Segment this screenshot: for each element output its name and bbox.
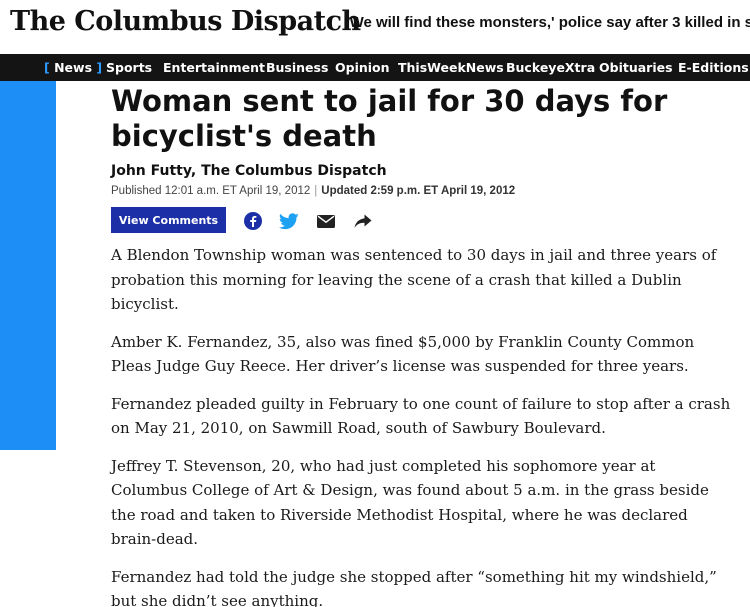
view-comments-button[interactable]: View Comments bbox=[111, 207, 226, 233]
article-dateline: Published 12:01 a.m. ET April 19, 2012 | U… bbox=[111, 185, 515, 197]
nav-item-news[interactable]: [ News ] bbox=[44, 60, 102, 75]
nav-item-label: News bbox=[54, 60, 93, 75]
article-paragraph: Amber K. Fernandez, 35, also was fined $… bbox=[111, 332, 695, 376]
nav-active-bracket-left: [ bbox=[44, 60, 55, 75]
masthead: The Columbus Dispatch 'We will find thes… bbox=[0, 0, 750, 54]
twitter-icon[interactable] bbox=[279, 211, 299, 231]
nav-item-opinion[interactable]: Opinion bbox=[335, 60, 390, 75]
site-logo[interactable]: The Columbus Dispatch bbox=[10, 6, 361, 37]
nav-item-thisweeknews[interactable]: ThisWeekNews bbox=[398, 60, 504, 75]
headline-ticker[interactable]: 'We will find these monsters,' police sa… bbox=[346, 14, 750, 31]
main-nav: [ News ] Sports Entertainment Business O… bbox=[0, 54, 750, 81]
nav-item-sports[interactable]: Sports bbox=[106, 60, 152, 75]
published-date: Published 12:01 a.m. ET April 19, 2012 bbox=[111, 185, 311, 197]
nav-active-bracket-right: ] bbox=[92, 60, 103, 75]
article-paragraph: Fernandez had told the judge she stopped… bbox=[111, 567, 717, 607]
left-accent-bar bbox=[0, 81, 56, 450]
nav-item-business[interactable]: Business bbox=[266, 60, 328, 75]
article-body: A Blendon Township woman was sentenced t… bbox=[111, 243, 731, 607]
updated-date: Updated 2:59 p.m. ET April 19, 2012 bbox=[321, 185, 516, 197]
dateline-divider: | bbox=[314, 185, 318, 197]
nav-item-buckeyextra[interactable]: BuckeyeXtra bbox=[506, 60, 595, 75]
nav-item-entertainment[interactable]: Entertainment bbox=[163, 60, 265, 75]
share-arrow-icon[interactable] bbox=[353, 211, 373, 231]
nav-item-obituaries[interactable]: Obituaries bbox=[599, 60, 673, 75]
article-paragraph: Fernandez pleaded guilty in February to … bbox=[111, 394, 731, 438]
article-paragraph: Jeffrey T. Stevenson, 20, who had just c… bbox=[111, 456, 709, 549]
article-title: Woman sent to jail for 30 days for bicyc… bbox=[111, 84, 668, 153]
nav-item-e-editions[interactable]: E-Editions bbox=[678, 60, 749, 75]
email-icon[interactable] bbox=[316, 211, 336, 231]
facebook-icon[interactable] bbox=[243, 211, 263, 231]
article-byline[interactable]: John Futty, The Columbus Dispatch bbox=[111, 163, 387, 179]
article-paragraph: A Blendon Township woman was sentenced t… bbox=[111, 246, 717, 313]
